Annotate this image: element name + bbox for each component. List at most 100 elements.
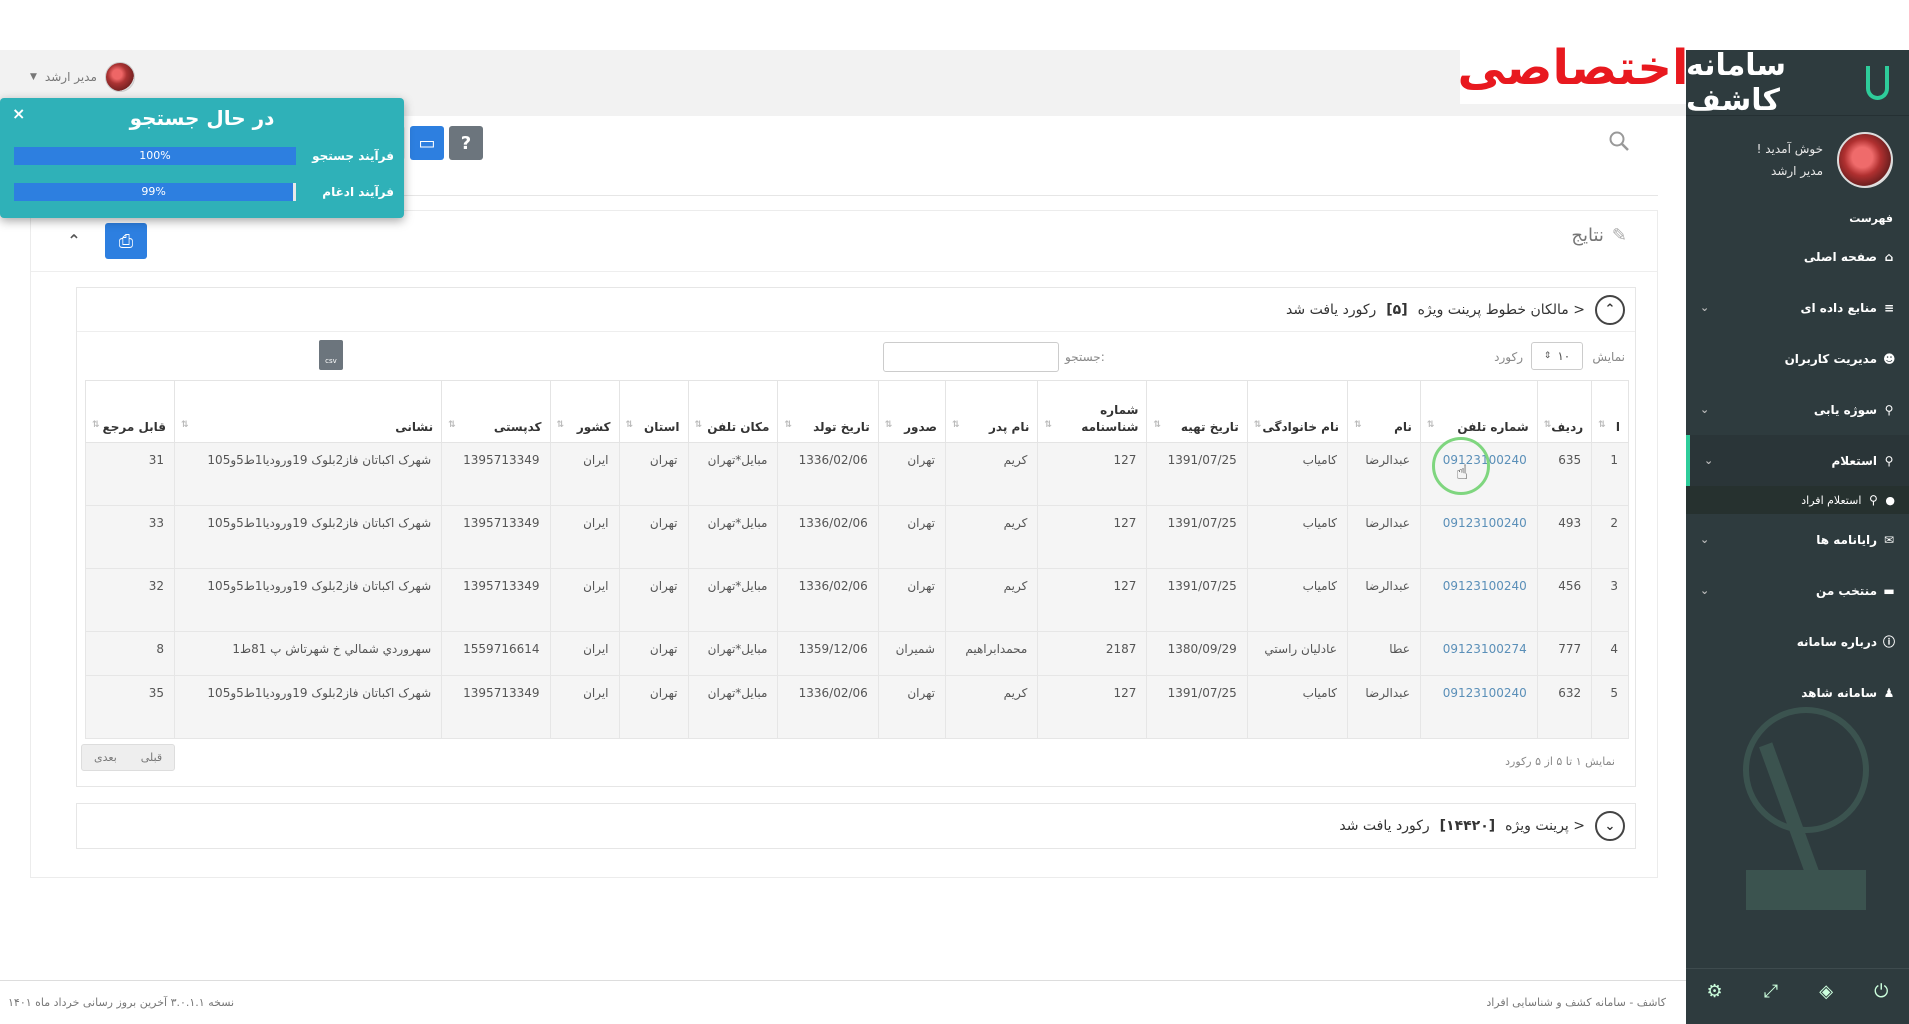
results-card: ⌃ ⎙ ✎ نتایج رکورد یافت شد [۵] مالکان خطو… [30, 210, 1658, 878]
exclusive-badge: اختصاصی [1458, 32, 1688, 104]
column-header[interactable]: نام خانوادگی ⇅ [1246, 380, 1348, 443]
subpanel-suffix: رکورد یافت شد [1286, 301, 1377, 318]
column-header[interactable]: شماره تلفن ⇅ [1419, 380, 1538, 443]
record-count: [۵] [1386, 301, 1408, 318]
column-header[interactable]: تاریخ تولد ⇅ [777, 380, 879, 443]
app-logo[interactable]: سامانه کاشف [1686, 47, 1909, 118]
table-row[interactable]: 32 شهرک اکباتان فاز2بلوک 19وروديا1ط5و105 1… [84, 568, 1629, 632]
info-icon: ⓘ [1883, 634, 1896, 649]
table-cell: 1336/02/06 [777, 442, 879, 506]
column-header[interactable]: ردیف ⇅ [1536, 380, 1593, 443]
avatar [104, 62, 135, 92]
sidebar-item-label: سامانه شاهد [1801, 685, 1877, 700]
sort-icon: ⇅ [625, 420, 634, 430]
csv-export-button[interactable]: csv [319, 340, 343, 370]
expand-toggle-button[interactable]: ⌄ [1595, 811, 1625, 841]
help-button[interactable]: ? [449, 126, 483, 160]
table-cell[interactable]: 09123100240 [1419, 568, 1538, 632]
collapse-button[interactable]: ⌃ [61, 227, 87, 253]
table-cell: 8 [84, 631, 176, 676]
table-row[interactable]: 35 شهرک اکباتان فاز2بلوک 19وروديا1ط5و105 1… [84, 675, 1629, 739]
table-cell: کامیاب [1246, 505, 1348, 569]
progress-row-merge: 99% فرآیند ادغام [14, 182, 394, 202]
sidebar-item-mail[interactable]: ⌄ رایانامه ها ✉ [1686, 514, 1909, 565]
table-cell: عبدالرضا [1346, 675, 1421, 739]
eye-off-icon[interactable]: ◈ [1819, 981, 1833, 1002]
progress-label: فرآیند ادغام [322, 185, 394, 199]
power-icon[interactable]: ⏻ [1874, 981, 1888, 1002]
table-cell: 32 [84, 568, 176, 632]
column-header[interactable]: استان ⇅ [618, 380, 689, 443]
table-cell: تهران [618, 442, 689, 506]
sidebar-item-about[interactable]: درباره سامانه ⓘ [1686, 616, 1909, 667]
table-cell: عبدالرضا [1346, 442, 1421, 506]
column-header[interactable]: کشور ⇅ [549, 380, 620, 443]
table-row[interactable]: 31 شهرک اکباتان فاز2بلوک 19وروديا1ط5و105 1… [84, 442, 1629, 506]
table-cell: ایران [549, 631, 620, 676]
table-cell: تهران [877, 505, 946, 569]
table-cell[interactable]: 09123100240 [1419, 505, 1538, 569]
table-cell[interactable]: 09123100240 [1419, 675, 1538, 739]
sidebar-item-inquiry[interactable]: ⌄ استعلام ⚲ [1686, 435, 1909, 486]
table-cell[interactable]: 09123100274 [1419, 631, 1538, 676]
progress-fill: 100% [14, 147, 296, 165]
table-cell: 1395713349 [441, 442, 551, 506]
sidebar-item-users[interactable]: مدیریت کاربران ☻ [1686, 333, 1909, 384]
show-label: نمایش [1592, 350, 1625, 364]
results-table: قابل مرجع ⇅ نشانی ⇅ کدپستی ⇅ کشور ⇅ استان ⇅ مکان ت… [84, 380, 1629, 739]
column-header[interactable]: ا ⇅ [1591, 380, 1629, 443]
open-folder-button[interactable]: ▭ [410, 126, 444, 160]
column-header[interactable]: صدور ⇅ [877, 380, 946, 443]
print-button[interactable]: ⎙ [105, 223, 147, 259]
sort-icon: ⇅ [784, 420, 792, 430]
column-header[interactable]: شماره شناسنامه ⇅ [1037, 380, 1148, 443]
column-header[interactable]: مکان تلفن ⇅ [687, 380, 779, 443]
table-cell: 493 [1536, 505, 1593, 569]
table-row[interactable]: 8 سهروردي شمالي خ شهرتاش پ 81ط1 1559716614… [84, 631, 1629, 676]
page-size-select[interactable]: ⇕ ۱۰ [1531, 342, 1583, 370]
sort-icon: ⇅ [1543, 420, 1552, 430]
table-cell: 35 [84, 675, 176, 739]
settings-icon[interactable]: ⚙ [1707, 981, 1723, 1002]
user-menu[interactable]: ▼ مدیر ارشد [30, 62, 135, 92]
table-cell: مبایل*تهران [687, 631, 779, 676]
table-cell: محمدابراهيم [944, 631, 1039, 676]
sidebar-item-subject-finder[interactable]: ⌄ سوژه یابی ⚲ [1686, 384, 1909, 435]
fullscreen-icon[interactable]: ⤢ [1764, 981, 1778, 1002]
table-cell: 1395713349 [441, 675, 551, 739]
table-cell: ایران [549, 442, 620, 506]
sort-icon: ⇅ [694, 420, 703, 430]
column-header[interactable]: نام ⇅ [1346, 380, 1421, 443]
sidebar-item-data-sources[interactable]: ⌄ منابع داده ای ≡ [1686, 282, 1909, 333]
subpanel-title: پرینت ویژه > [1505, 818, 1585, 834]
column-header[interactable]: نشانی ⇅ [174, 380, 443, 443]
chevron-down-icon: ⌄ [1604, 818, 1616, 834]
search-icon[interactable] [1608, 130, 1630, 152]
column-header[interactable]: قابل مرجع ⇅ [84, 380, 176, 443]
table-cell: 2187 [1037, 631, 1148, 676]
table-cell: 1 [1591, 442, 1629, 506]
collapse-toggle-button[interactable]: ⌃ [1595, 294, 1625, 325]
table-cell: عبدالرضا [1346, 568, 1421, 632]
chevron-down-icon: ▼ [30, 72, 37, 82]
table-cell: 127 [1037, 505, 1148, 569]
table-cell: شهرک اکباتان فاز2بلوک 19وروديا1ط5و105 [174, 505, 443, 569]
column-header[interactable]: تاریخ تهیه ⇅ [1146, 380, 1248, 443]
table-cell: 3 [1591, 568, 1629, 632]
user-role: مدیر ارشد [1771, 164, 1823, 178]
table-cell: 1391/07/25 [1146, 675, 1248, 739]
table-search-input[interactable] [883, 342, 1059, 372]
prev-button[interactable]: قبلی [129, 745, 174, 770]
chevron-down-icon: ⌄ [1700, 533, 1710, 546]
column-header[interactable]: کدپستی ⇅ [441, 380, 551, 443]
column-header[interactable]: نام پدر ⇅ [944, 380, 1039, 443]
table-row[interactable]: 33 شهرک اکباتان فاز2بلوک 19وروديا1ط5و105 1… [84, 505, 1629, 569]
sidebar-item-home[interactable]: صفحه اصلی ⌂ [1686, 231, 1909, 282]
sidebar-item-label: درباره سامانه [1796, 634, 1877, 649]
logo-text: سامانه کاشف [1686, 47, 1787, 118]
next-button[interactable]: بعدی [82, 745, 129, 770]
table-cell: 1336/02/06 [777, 568, 879, 632]
chevron-down-icon: ⌄ [1700, 403, 1710, 416]
submenu-item-person-inquiry[interactable]: استعلام افراد ⚲ ● [1686, 486, 1909, 514]
sidebar-item-favorites[interactable]: ⌄ منتخب من ▬ [1686, 565, 1909, 616]
